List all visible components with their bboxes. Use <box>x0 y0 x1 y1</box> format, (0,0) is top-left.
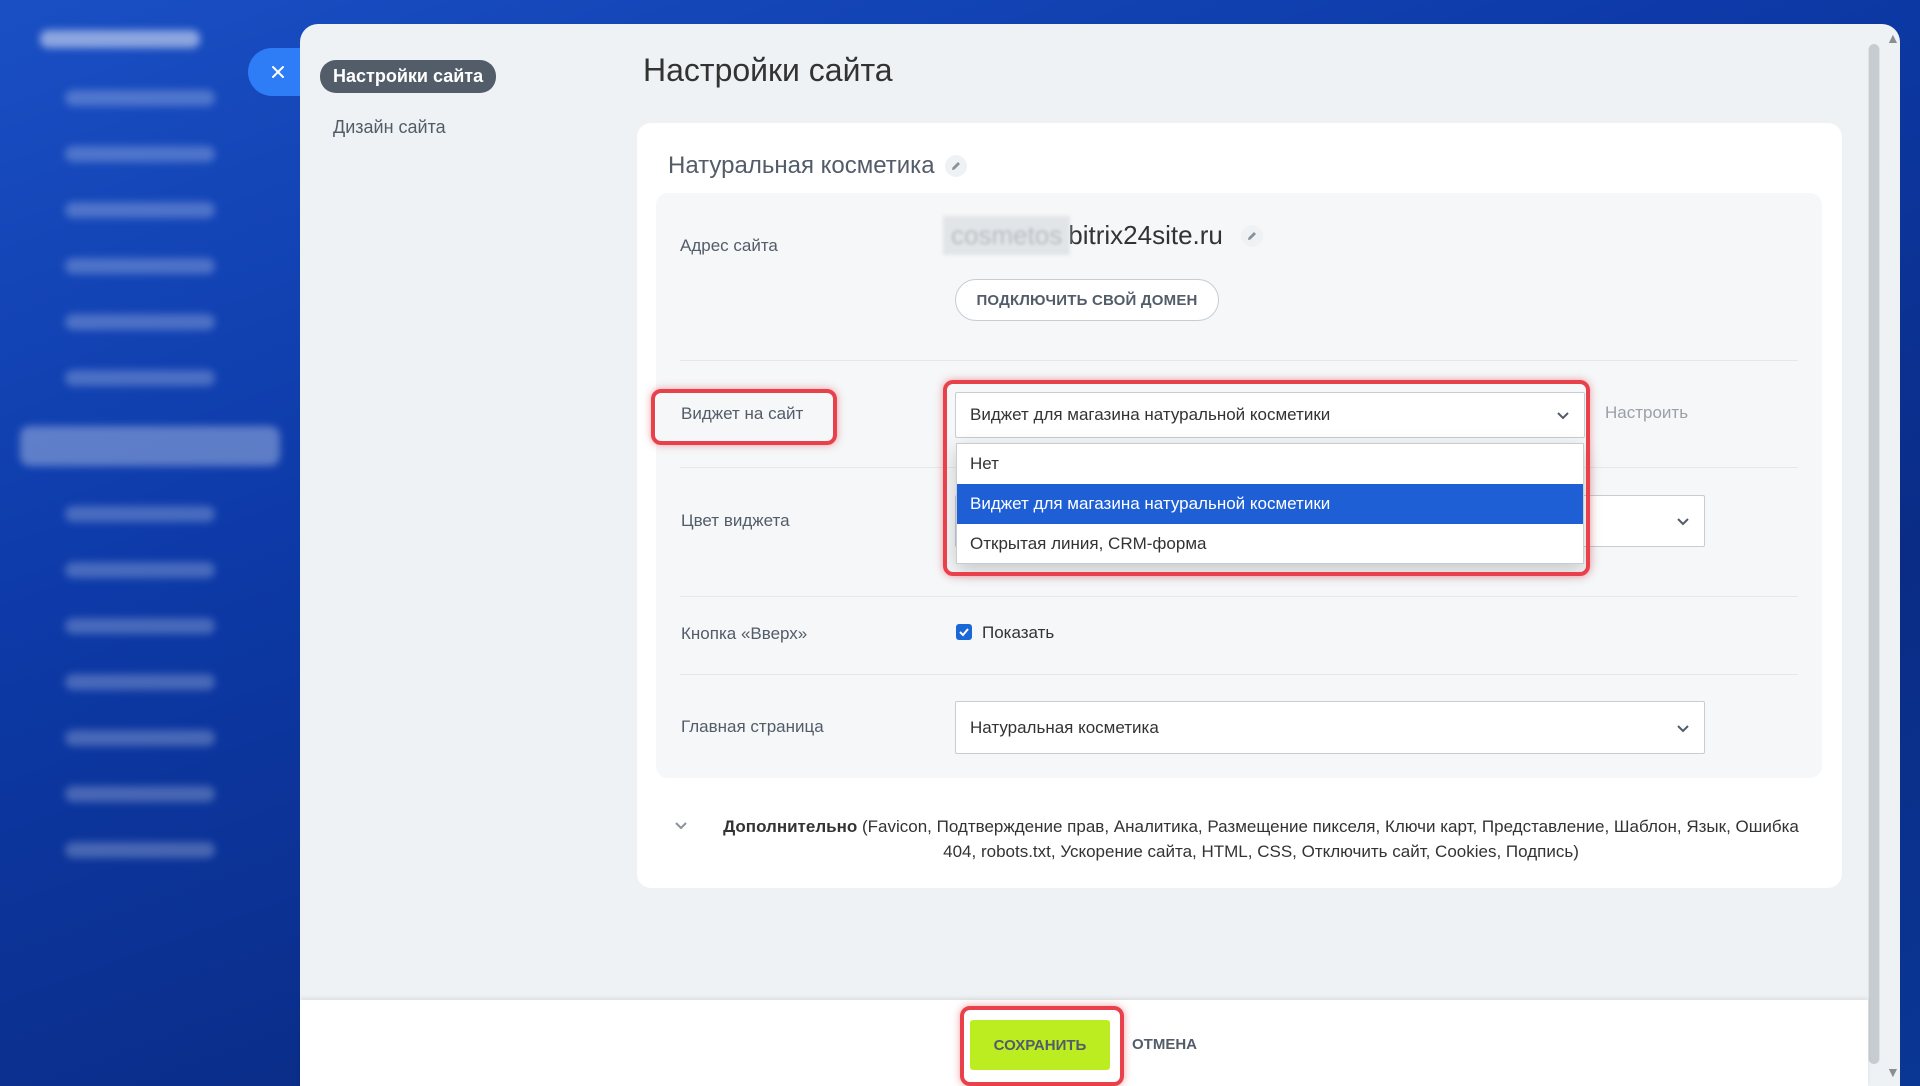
nav-item-site-settings[interactable]: Настройки сайта <box>320 60 497 93</box>
up-button-label: Кнопка «Вверх» <box>681 624 808 643</box>
chevron-down-icon <box>1677 724 1689 732</box>
edit-site-name-button[interactable] <box>944 155 967 177</box>
divider <box>680 596 1798 597</box>
up-button-checkbox[interactable] <box>956 624 972 640</box>
close-icon <box>272 66 284 78</box>
scroll-down-arrow-icon[interactable]: ▼ <box>1886 1064 1900 1080</box>
site-name: Натуральная косметика <box>668 152 935 179</box>
settings-nav: Настройки сайта Дизайн сайта <box>320 60 497 144</box>
highlight-widget-dropdown <box>943 380 1590 576</box>
scrollbar-thumb[interactable] <box>1869 44 1879 1064</box>
home-page-select-value: Натуральная косметика <box>970 717 1159 737</box>
edit-address-button[interactable] <box>1240 224 1263 247</box>
highlight-save-button <box>960 1006 1124 1086</box>
site-name-heading: Натуральная косметика <box>668 152 967 180</box>
highlight-widget-label <box>651 389 837 445</box>
connect-domain-button[interactable]: ПОДКЛЮЧИТЬ СВОЙ ДОМЕН <box>955 279 1219 321</box>
home-page-label: Главная страница <box>681 717 824 736</box>
site-address: cosmetos bitrix24site.ru <box>943 216 1263 255</box>
blurred-left-menu <box>20 90 290 970</box>
additional-settings-items: (Favicon, Подтверждение прав, Аналитика,… <box>861 817 1799 861</box>
page-title: Настройки сайта <box>643 52 893 88</box>
widget-color-label: Цвет виджета <box>681 511 790 530</box>
additional-settings[interactable]: Дополнительно (Favicon, Подтверждение пр… <box>674 814 1814 864</box>
site-domain: bitrix24site.ru <box>1068 220 1223 250</box>
chevron-down-icon[interactable] <box>674 818 688 832</box>
additional-settings-title[interactable]: Дополнительно <box>723 817 857 836</box>
up-button-checkbox-label[interactable]: Показать <box>982 623 1054 643</box>
vertical-scrollbar[interactable] <box>1868 44 1880 1064</box>
divider <box>680 360 1798 361</box>
pencil-icon <box>951 162 960 170</box>
close-slider-button[interactable] <box>248 48 308 96</box>
blurred-app-title <box>40 30 200 48</box>
home-page-select[interactable]: Натуральная косметика <box>955 701 1705 754</box>
site-subdomain: cosmetos <box>943 216 1071 255</box>
checkmark-icon <box>959 628 969 637</box>
scroll-up-arrow-icon[interactable]: ▲ <box>1886 30 1900 46</box>
divider <box>680 674 1798 675</box>
nav-item-site-design[interactable]: Дизайн сайта <box>320 111 459 144</box>
chevron-down-icon <box>1677 518 1689 526</box>
widget-setup-link[interactable]: Настроить <box>1605 403 1688 423</box>
address-label: Адрес сайта <box>680 236 778 255</box>
cancel-button[interactable]: ОТМЕНА <box>1132 1036 1197 1053</box>
pencil-icon <box>1247 231 1256 240</box>
